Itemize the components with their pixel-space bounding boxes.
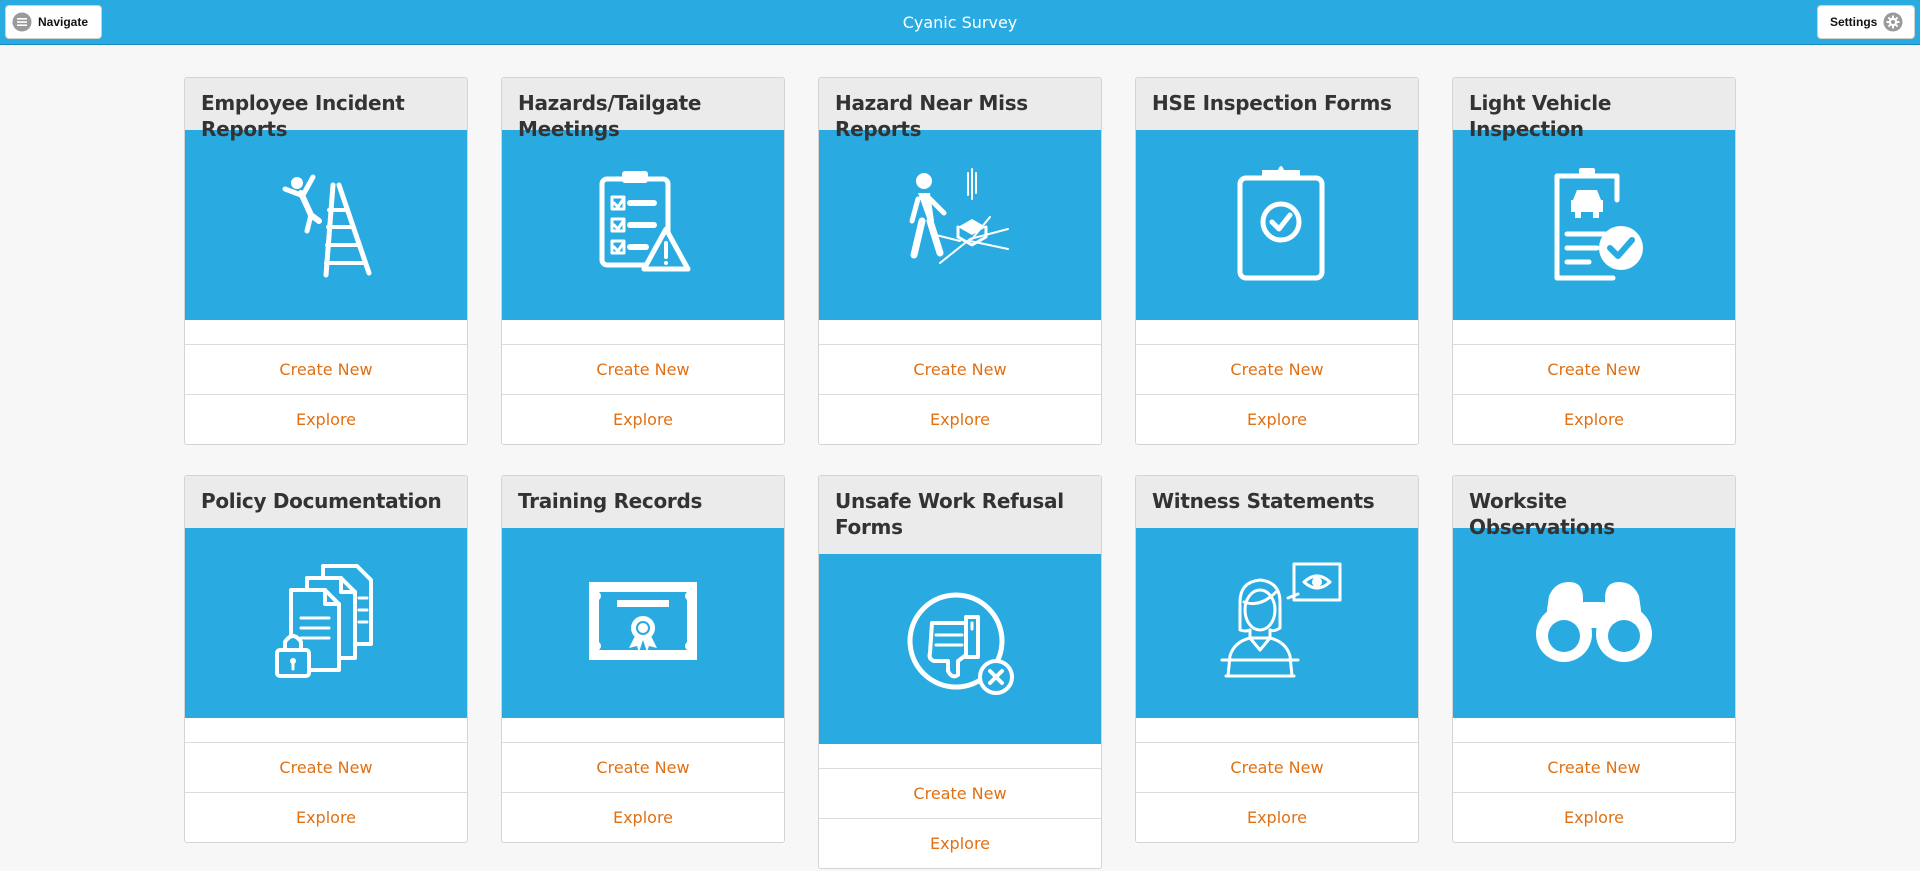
binoculars-icon — [1529, 576, 1659, 671]
create-new-button[interactable]: Create New — [502, 743, 784, 793]
card-image — [819, 130, 1101, 320]
card-spacer — [1136, 320, 1418, 345]
explore-button[interactable]: Explore — [185, 395, 467, 444]
vehicle-inspection-icon — [1539, 160, 1649, 290]
card-title: Employee Incident Reports — [185, 78, 467, 141]
card-worksite-observations: Worksite Observations Create New Explore — [1452, 475, 1736, 843]
card-light-vehicle-inspection: Light Vehicle Inspection Create New Expl… — [1452, 77, 1736, 445]
card-training-records: Training Records Create New Explore — [501, 475, 785, 843]
card-image — [819, 554, 1101, 744]
card-image — [1453, 528, 1735, 718]
explore-button[interactable]: Explore — [502, 395, 784, 444]
explore-button[interactable]: Explore — [1453, 793, 1735, 842]
create-new-button[interactable]: Create New — [1453, 345, 1735, 395]
clipboard-check-icon — [1222, 160, 1332, 290]
settings-button[interactable]: Settings — [1817, 5, 1915, 39]
gear-icon — [1883, 12, 1903, 32]
card-title: Worksite Observations — [1453, 476, 1735, 539]
card-title: Training Records — [502, 476, 784, 528]
card-title: Hazard Near Miss Reports — [819, 78, 1101, 141]
card-image — [1453, 130, 1735, 320]
app-title: Cyanic Survey — [902, 13, 1018, 32]
documents-lock-icon — [271, 558, 381, 688]
explore-button[interactable]: Explore — [1136, 793, 1418, 842]
create-new-button[interactable]: Create New — [819, 345, 1101, 395]
card-title: HSE Inspection Forms — [1136, 78, 1418, 130]
checklist-warning-icon — [588, 165, 698, 285]
card-spacer — [502, 320, 784, 345]
card-hazards-tailgate-meetings: Hazards/Tailgate Meetings Create New Exp… — [501, 77, 785, 445]
create-new-button[interactable]: Create New — [1453, 743, 1735, 793]
explore-button[interactable]: Explore — [502, 793, 784, 842]
create-new-button[interactable]: Create New — [1136, 743, 1418, 793]
create-new-button[interactable]: Create New — [502, 345, 784, 395]
card-spacer — [1453, 718, 1735, 743]
card-spacer — [819, 744, 1101, 769]
card-image — [185, 130, 467, 320]
explore-button[interactable]: Explore — [1453, 395, 1735, 444]
top-bar: Navigate Cyanic Survey Settings — [0, 0, 1920, 45]
card-title: Light Vehicle Inspection — [1453, 78, 1735, 141]
card-image — [502, 528, 784, 718]
card-hse-inspection-forms: HSE Inspection Forms Create New Explore — [1135, 77, 1419, 445]
card-image — [502, 130, 784, 320]
card-title: Unsafe Work Refusal Forms — [819, 476, 1101, 554]
create-new-button[interactable]: Create New — [1136, 345, 1418, 395]
explore-button[interactable]: Explore — [1136, 395, 1418, 444]
card-image — [1136, 130, 1418, 320]
certificate-icon — [583, 576, 703, 671]
explore-button[interactable]: Explore — [819, 819, 1101, 868]
create-new-button[interactable]: Create New — [185, 743, 467, 793]
card-title: Witness Statements — [1136, 476, 1418, 528]
card-spacer — [185, 718, 467, 743]
card-spacer — [185, 320, 467, 345]
card-hazard-near-miss-reports: Hazard Near Miss Reports Create New Expl… — [818, 77, 1102, 445]
create-new-button[interactable]: Create New — [819, 769, 1101, 819]
witness-eye-icon — [1212, 558, 1342, 688]
card-witness-statements: Witness Statements Create New Explore — [1135, 475, 1419, 843]
card-image — [185, 528, 467, 718]
settings-label: Settings — [1830, 15, 1878, 29]
card-spacer — [502, 718, 784, 743]
card-spacer — [1453, 320, 1735, 345]
card-unsafe-work-refusal-forms: Unsafe Work Refusal Forms Create New Exp… — [818, 475, 1102, 869]
card-title: Policy Documentation — [185, 476, 467, 528]
card-policy-documentation: Policy Documentation Create New Explore — [184, 475, 468, 843]
card-title: Hazards/Tailgate Meetings — [502, 78, 784, 141]
near-miss-falling-object-icon — [900, 165, 1020, 285]
card-spacer — [1136, 718, 1418, 743]
explore-button[interactable]: Explore — [185, 793, 467, 842]
card-employee-incident-reports: Employee Incident Reports Create New Exp… — [184, 77, 468, 445]
thumbs-down-refusal-icon — [900, 589, 1020, 709]
card-spacer — [819, 320, 1101, 345]
falling-ladder-icon — [271, 165, 381, 285]
explore-button[interactable]: Explore — [819, 395, 1101, 444]
create-new-button[interactable]: Create New — [185, 345, 467, 395]
card-image — [1136, 528, 1418, 718]
